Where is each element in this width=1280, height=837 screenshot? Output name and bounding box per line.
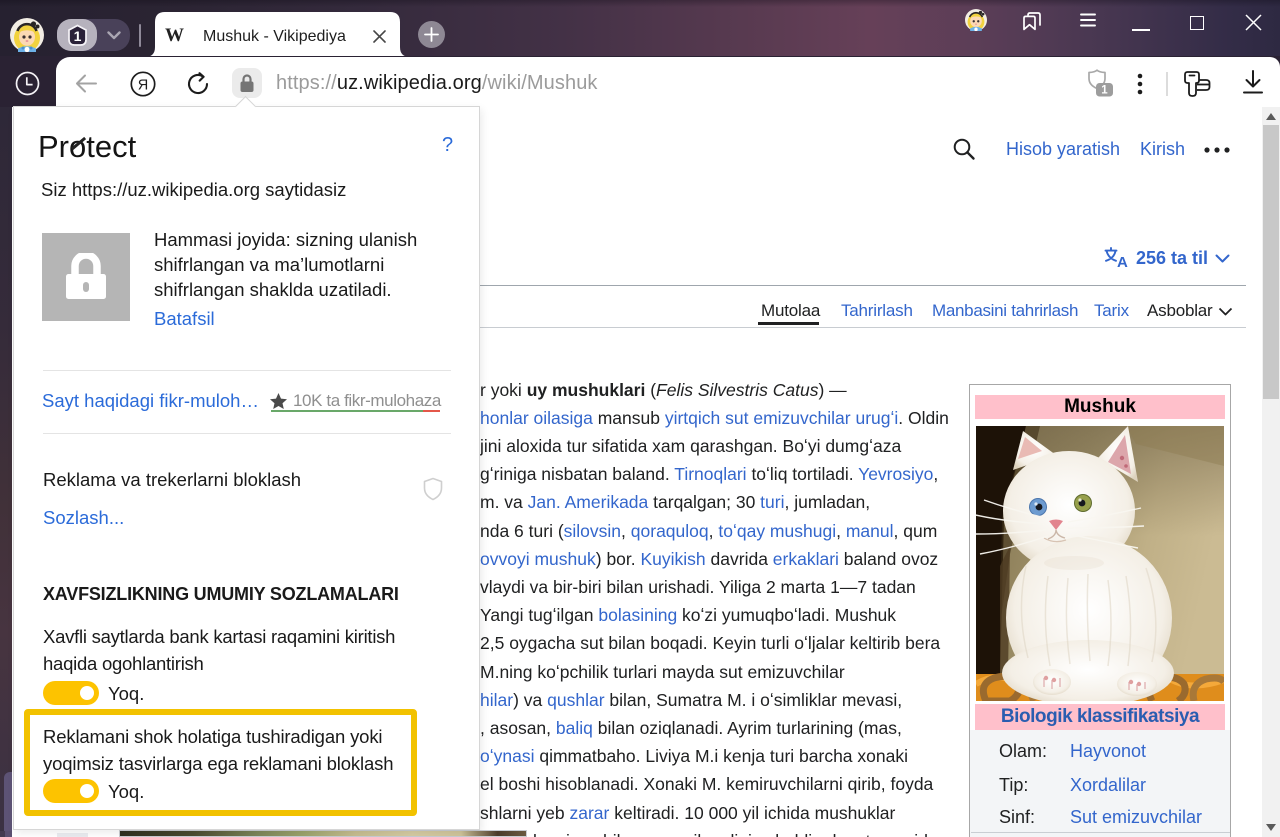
svg-text:1: 1 <box>74 28 82 44</box>
svg-text:R: R <box>138 77 148 93</box>
svg-text:1: 1 <box>1101 85 1108 97</box>
svg-text:A: A <box>1117 254 1128 269</box>
